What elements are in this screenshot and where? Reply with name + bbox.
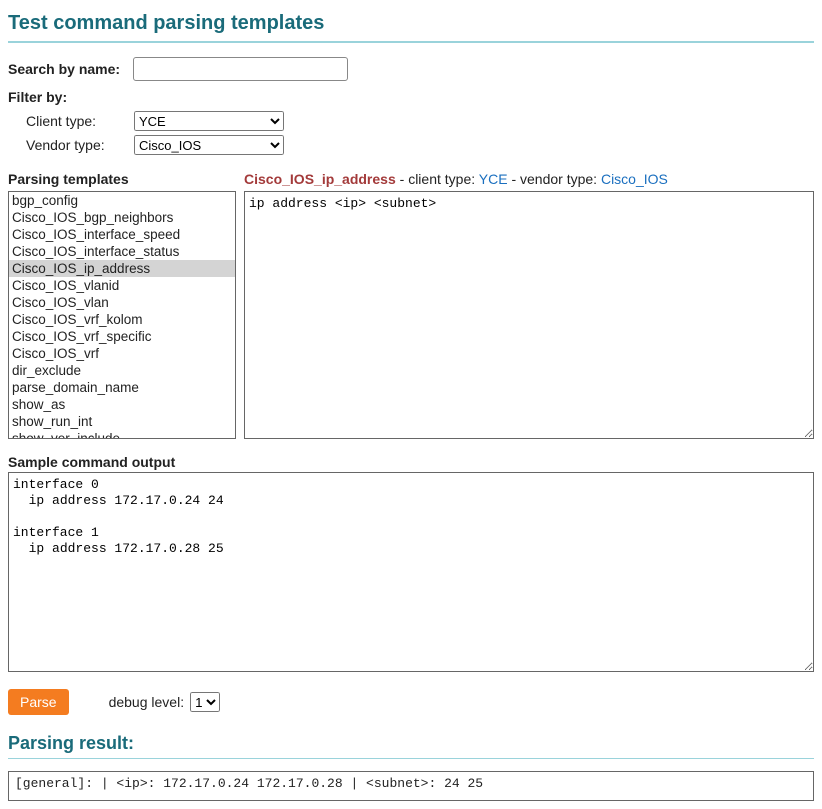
list-item[interactable]: Cisco_IOS_vrf_specific bbox=[9, 328, 235, 345]
parsing-templates-label: Parsing templates bbox=[8, 171, 236, 187]
client-type-label: Client type: bbox=[26, 113, 134, 129]
template-detail-header: Cisco_IOS_ip_address - client type: YCE … bbox=[244, 171, 814, 187]
list-item[interactable]: Cisco_IOS_bgp_neighbors bbox=[9, 209, 235, 226]
list-item[interactable]: Cisco_IOS_interface_speed bbox=[9, 226, 235, 243]
list-item[interactable]: parse_domain_name bbox=[9, 379, 235, 396]
client-type-select[interactable]: YCE bbox=[134, 111, 284, 131]
list-item[interactable]: Cisco_IOS_vrf_kolom bbox=[9, 311, 235, 328]
parsing-result-output: [general]: | <ip>: 172.17.0.24 172.17.0.… bbox=[8, 771, 814, 801]
parsing-templates-listbox[interactable]: bgp_configCisco_IOS_bgp_neighborsCisco_I… bbox=[8, 191, 236, 439]
client-type-value-link[interactable]: YCE bbox=[479, 171, 508, 187]
debug-level-label: debug level: bbox=[109, 694, 185, 710]
list-item[interactable]: bgp_config bbox=[9, 192, 235, 209]
vendor-type-text: - vendor type: bbox=[508, 171, 601, 187]
list-item[interactable]: show_run_int bbox=[9, 413, 235, 430]
vendor-type-select[interactable]: Cisco_IOS bbox=[134, 135, 284, 155]
list-item[interactable]: Cisco_IOS_vlan bbox=[9, 294, 235, 311]
template-name: Cisco_IOS_ip_address bbox=[244, 171, 396, 187]
list-item[interactable]: Cisco_IOS_vrf bbox=[9, 345, 235, 362]
vendor-type-value-link[interactable]: Cisco_IOS bbox=[601, 171, 668, 187]
sample-output-label: Sample command output bbox=[8, 454, 814, 470]
sample-output-textarea[interactable] bbox=[8, 472, 814, 672]
template-content-textarea[interactable] bbox=[244, 191, 814, 439]
divider bbox=[8, 41, 814, 43]
list-item[interactable]: Cisco_IOS_interface_status bbox=[9, 243, 235, 260]
list-item[interactable]: Cisco_IOS_vlanid bbox=[9, 277, 235, 294]
divider bbox=[8, 758, 814, 759]
parsing-result-header: Parsing result: bbox=[8, 733, 814, 754]
client-type-text: - client type: bbox=[396, 171, 479, 187]
debug-level-select[interactable]: 1 bbox=[190, 692, 220, 712]
search-label: Search by name: bbox=[8, 61, 133, 77]
filter-by-label: Filter by: bbox=[8, 89, 814, 105]
vendor-type-label: Vendor type: bbox=[26, 137, 134, 153]
page-title: Test command parsing templates bbox=[8, 12, 814, 35]
parse-button[interactable]: Parse bbox=[8, 689, 69, 715]
search-input[interactable] bbox=[133, 57, 348, 81]
list-item[interactable]: show_ver_include bbox=[9, 430, 235, 439]
list-item[interactable]: dir_exclude bbox=[9, 362, 235, 379]
list-item[interactable]: show_as bbox=[9, 396, 235, 413]
list-item[interactable]: Cisco_IOS_ip_address bbox=[9, 260, 235, 277]
